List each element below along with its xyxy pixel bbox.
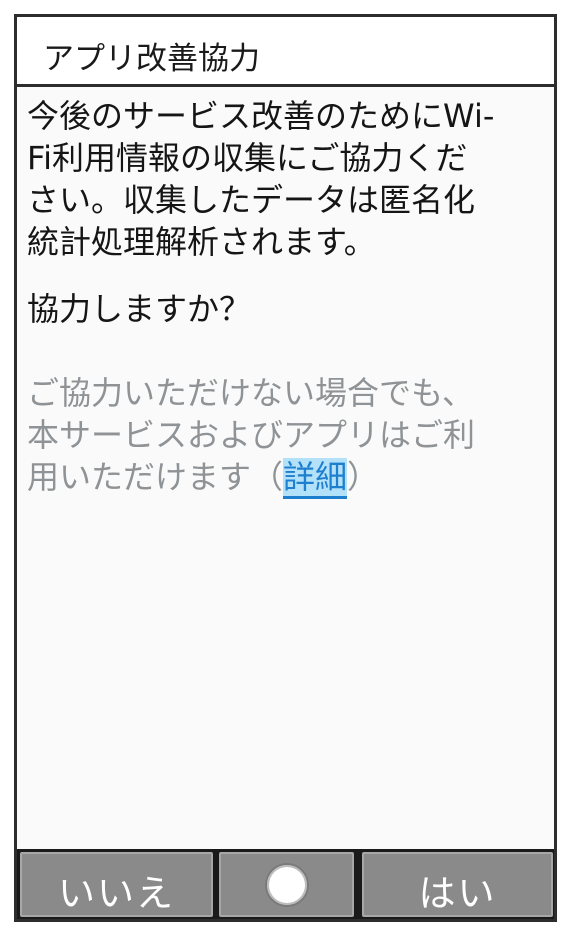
- body-line: 統計処理解析されます。: [27, 223, 376, 261]
- body-line: Fi利用情報の収集にご協力くだ: [27, 139, 468, 177]
- softkey-bar: いいえ はい: [17, 849, 554, 919]
- body-line: さい。収集したデータは匿名化: [27, 181, 476, 219]
- circle-icon: [265, 863, 309, 907]
- question-text: 協力しますか？: [27, 290, 252, 328]
- note-line-last: 用いただけます（詳細）: [27, 456, 539, 499]
- title-bar: アプリ改善協力: [17, 17, 554, 87]
- note-suffix: ）: [347, 458, 380, 496]
- dialog-title: アプリ改善協力: [43, 41, 260, 77]
- dialog-window: アプリ改善協力 今後のサービス改善のためにWi- Fi利用情報の収集にご協力くだ…: [14, 14, 557, 922]
- yes-button-label: はい: [418, 872, 497, 915]
- no-button-label: いいえ: [58, 872, 175, 915]
- details-link[interactable]: 詳細: [283, 458, 348, 499]
- note-line: ご協力いただけない場合でも、: [27, 374, 475, 412]
- dialog-content: 今後のサービス改善のためにWi- Fi利用情報の収集にご協力くだ さい。収集した…: [27, 95, 539, 499]
- body-line: 今後のサービス改善のためにWi-: [27, 97, 495, 135]
- yes-button[interactable]: はい: [362, 852, 553, 917]
- note-prefix: 用いただけます（: [27, 458, 284, 496]
- no-button[interactable]: いいえ: [20, 852, 213, 917]
- note-line: 本サービスおよびアプリはご利: [27, 416, 476, 454]
- center-key-button[interactable]: [219, 852, 354, 917]
